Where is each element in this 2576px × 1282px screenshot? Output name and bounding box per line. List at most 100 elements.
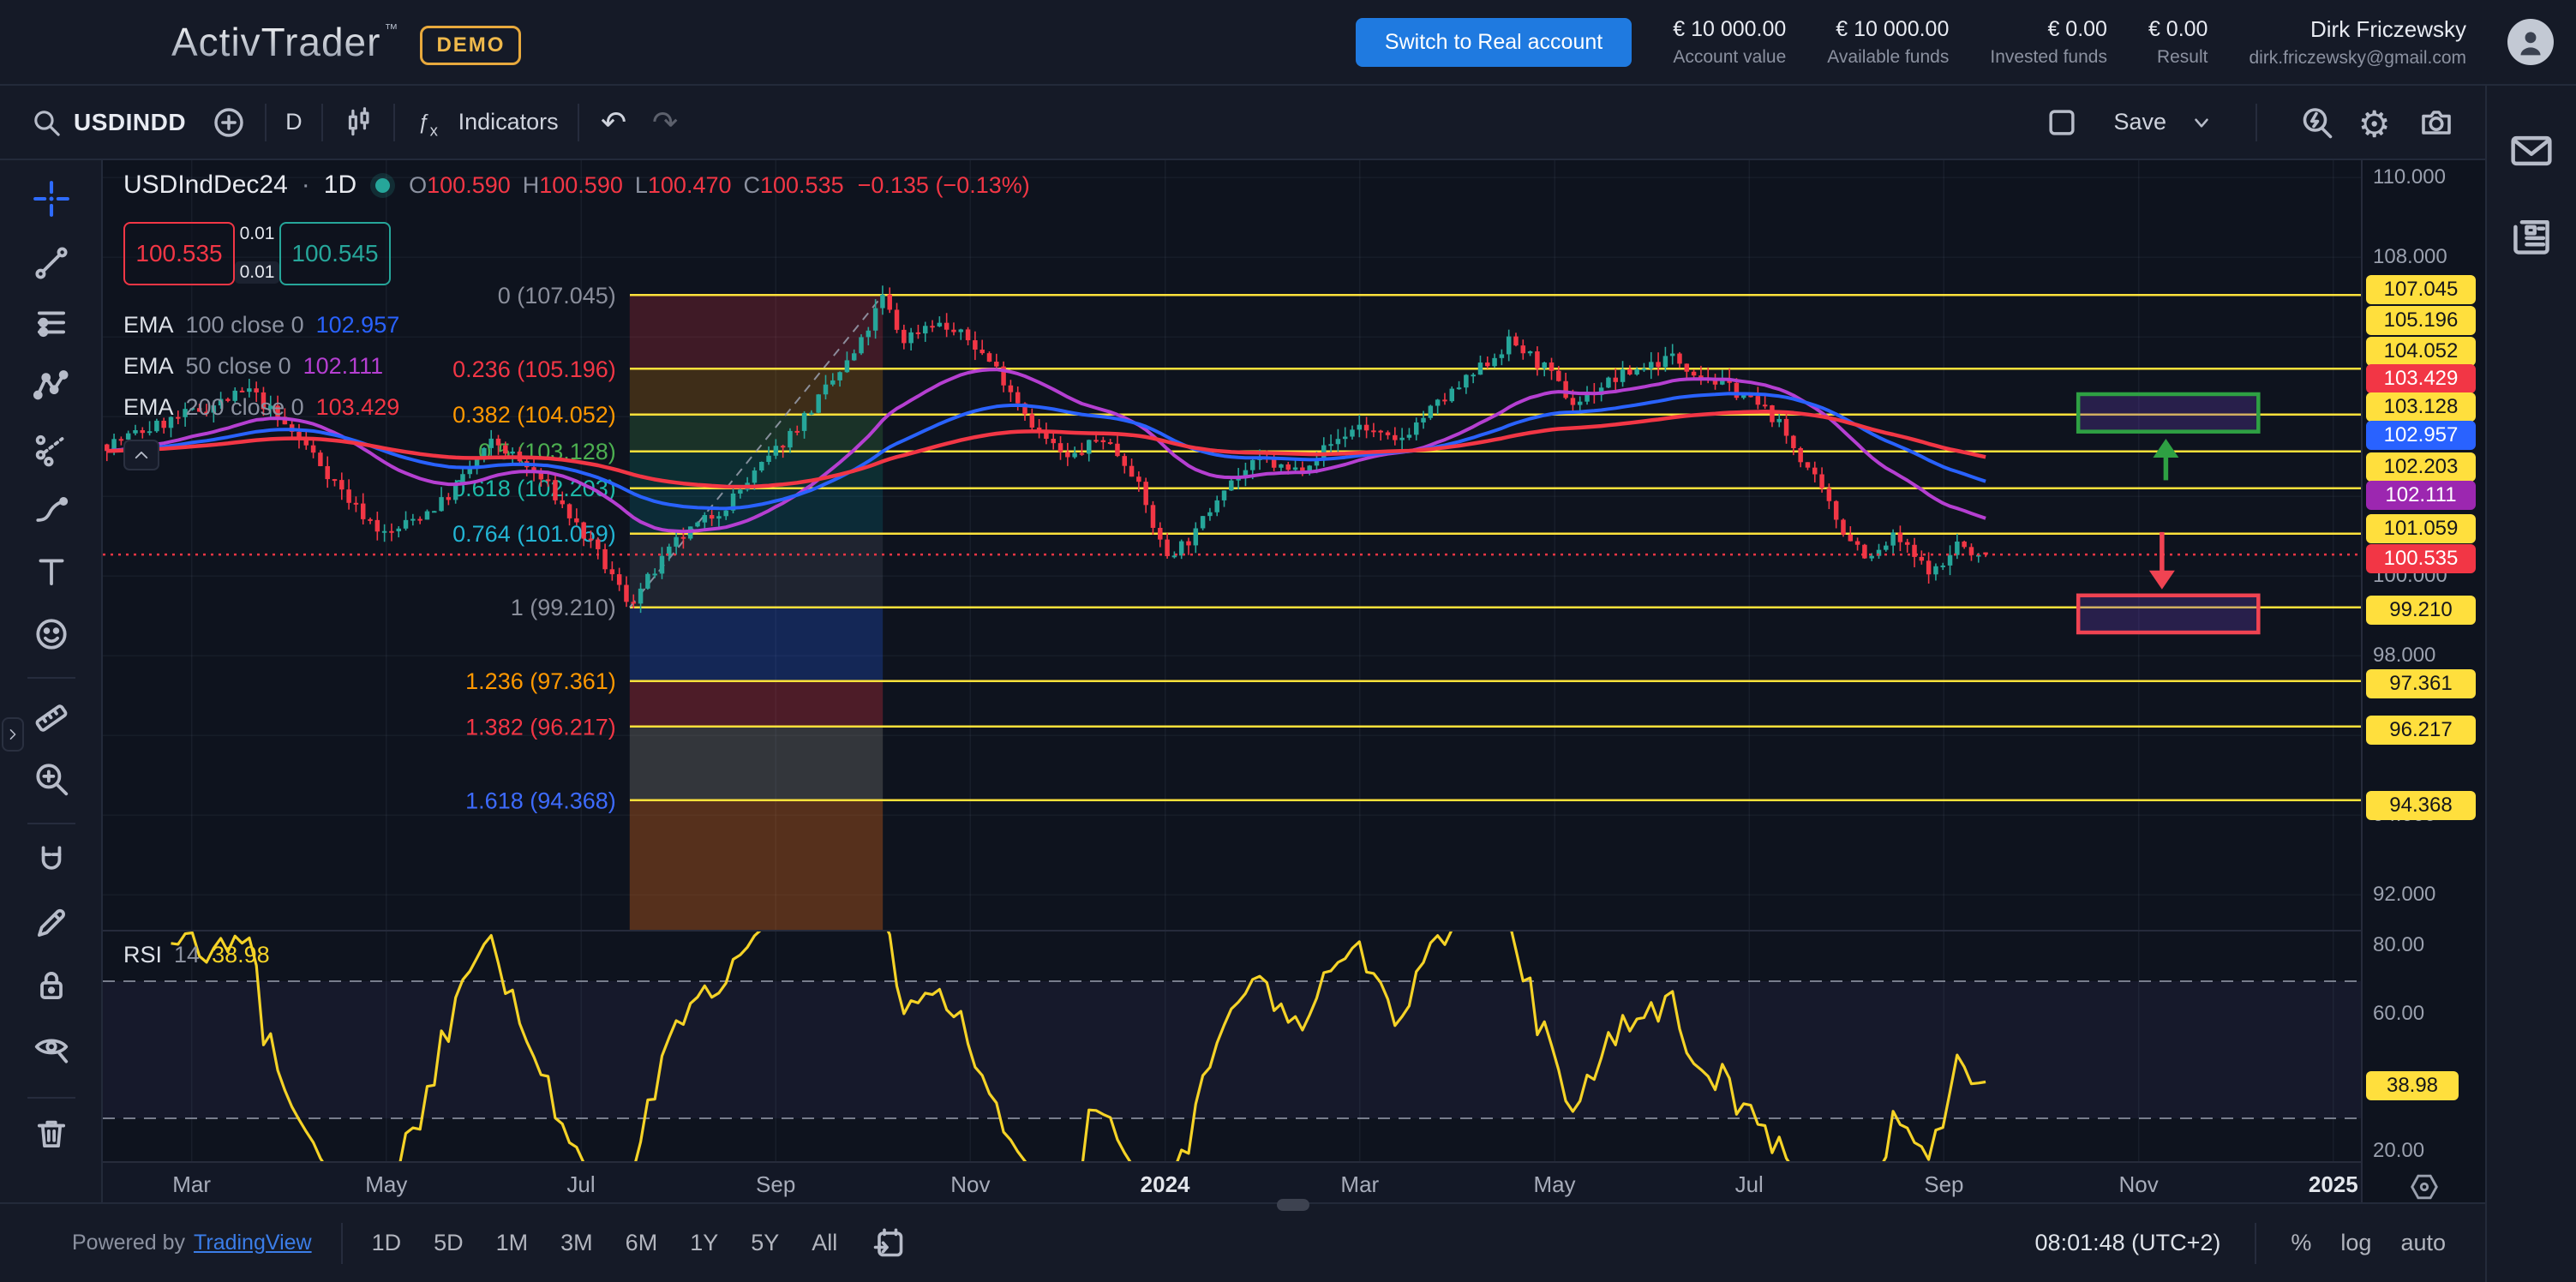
crosshair-tool-icon[interactable] [33,180,70,218]
price-axis-label: 99.210 [2366,596,2476,625]
avatar[interactable] [2507,19,2554,65]
quick-search-icon[interactable] [2298,105,2334,141]
stat-value: € 10 000.00 [1836,17,1949,42]
chart-legend: USDIndDec24 · 1D O100.590 H100.590 L100.… [123,171,1030,470]
range-all[interactable]: All [812,1230,837,1256]
powered-by-label: Powered by [72,1231,185,1255]
hide-drawings-tool-icon[interactable] [33,1029,70,1067]
go-to-date-icon[interactable] [872,1225,908,1261]
drawing-mode-tool-icon[interactable] [33,904,70,942]
remove-drawings-tool-icon[interactable] [33,1115,70,1153]
chart-style-icon[interactable] [342,106,374,139]
trend-line-tool-icon[interactable] [33,244,70,282]
chevron-up-icon [132,446,151,464]
stat-invested-funds: € 0.00 Invested funds [1990,17,2107,68]
indicators-button[interactable]: ƒx Indicators [414,105,559,140]
rsi-axis-tick: 80.00 [2373,933,2424,957]
sell-button[interactable]: 100.535 [123,222,235,285]
range-1m[interactable]: 1M [496,1230,529,1256]
percent-scale-toggle[interactable]: % [2291,1230,2311,1256]
arrow-up-head [2153,439,2178,458]
stat-value: € 0.00 [2047,17,2107,42]
fib-band [630,608,883,681]
forecast-tool-icon[interactable] [33,429,70,467]
range-6m[interactable]: 6M [626,1230,658,1256]
legend-title-row[interactable]: USDIndDec24 · 1D O100.590 H100.590 L100.… [123,171,1030,200]
range-5d[interactable]: 5D [434,1230,464,1256]
ema-100-value: 102.957 [316,312,400,338]
stat-label: Result [2157,47,2208,68]
toolbar-separator [265,104,267,141]
drawing-toolbar [0,160,103,1202]
text-tool-icon[interactable] [33,553,70,590]
clock[interactable]: 08:01:48 (UTC+2) [2035,1230,2221,1256]
stat-label: Account value [1673,47,1786,68]
bottombar-separator [341,1223,343,1264]
toolbar-separator [393,104,395,141]
layout-icon[interactable] [2045,105,2079,140]
undo-icon[interactable]: ↶ [598,105,634,141]
range-3m[interactable]: 3M [560,1230,593,1256]
rsi-canvas[interactable] [103,932,2361,1161]
fib-band [630,800,883,930]
search-icon [31,107,62,138]
mail-icon[interactable] [2509,129,2554,173]
range-1d[interactable]: 1D [372,1230,402,1256]
redo-icon[interactable]: ↷ [650,105,686,141]
brush-tool-icon[interactable] [33,492,70,530]
collapse-toolbar-button[interactable] [2,717,24,752]
settings-gear-icon[interactable]: ⚙ [2357,103,2396,142]
main-chart-pane[interactable]: 0 (107.045)0.236 (105.196)0.382 (104.052… [103,160,2361,930]
fib-retracement-tool-icon[interactable] [33,305,70,343]
time-axis[interactable]: MarMayJulSepNov2024MarMayJulSepNov2025 [103,1161,2361,1202]
timezone-hexagon-icon[interactable] [2407,1170,2441,1204]
user-info: Dirk Friczewsky dirk.friczewsky@gmail.co… [2249,16,2466,69]
measure-tool-icon[interactable] [33,699,70,737]
toolbar-separator [578,104,579,141]
chevron-down-icon[interactable] [2189,110,2214,135]
body-row: USDINDD D ƒx Indicators ↶ ↷ [0,86,2576,1282]
scrollbar-handle[interactable] [1277,1199,1309,1211]
camera-icon[interactable] [2418,105,2454,141]
indicators-label: Indicators [458,109,559,135]
price-axis[interactable]: 110.000108.000100.00098.00094.00092.0001… [2361,160,2485,1202]
magnet-tool-icon[interactable] [33,842,70,880]
rsi-pane[interactable]: RSI 14 38.98 [103,930,2361,1161]
buy-button[interactable]: 100.545 [279,222,391,285]
range-5y[interactable]: 5Y [751,1230,779,1256]
fib-band [630,534,883,608]
interval-button[interactable]: D [285,109,303,135]
lock-tool-icon[interactable] [33,967,70,1004]
price-axis-label: 104.052 [2366,337,2476,366]
app-logo: ActivTrader [171,19,380,65]
toolbar-separator [2255,104,2257,141]
user-email: dirk.friczewsky@gmail.com [2249,48,2466,69]
svg-text:↷: ↷ [652,105,678,140]
market-status-dot[interactable] [375,178,390,193]
symbol-search[interactable]: USDINDD [31,107,186,138]
auto-scale-toggle[interactable]: auto [2400,1230,2446,1256]
range-1y[interactable]: 1Y [690,1230,718,1256]
rsi-axis-tick: 60.00 [2373,1002,2424,1026]
tradingview-link[interactable]: TradingView [194,1231,312,1255]
rsi-legend[interactable]: RSI 14 38.98 [123,942,270,968]
svg-text:x: x [429,121,438,139]
add-symbol-icon[interactable] [212,105,246,140]
legend-collapse-button[interactable] [123,440,159,470]
trademark-symbol: ™ [384,22,398,38]
annotations [2078,394,2258,632]
price-axis-label: 103.429 [2366,364,2476,393]
log-scale-toggle[interactable]: log [2340,1230,2371,1256]
xabcd-pattern-tool-icon[interactable] [33,367,70,404]
save-button[interactable]: Save [2113,109,2166,135]
ema-200-row[interactable]: EMA 200 close 0 103.429 [123,386,1030,428]
time-axis-label: May [365,1171,407,1198]
news-icon[interactable] [2509,214,2554,259]
price-axis-tick: 110.000 [2373,165,2446,189]
emoji-tool-icon[interactable] [33,615,70,653]
ema-50-row[interactable]: EMA 50 close 0 102.111 [123,345,1030,386]
ema-100-row[interactable]: EMA 100 close 0 102.957 [123,304,1030,345]
stat-account-value: € 10 000.00 Account value [1673,17,1786,68]
switch-to-real-account-button[interactable]: Switch to Real account [1356,18,1632,67]
zoom-in-tool-icon[interactable] [33,760,70,798]
